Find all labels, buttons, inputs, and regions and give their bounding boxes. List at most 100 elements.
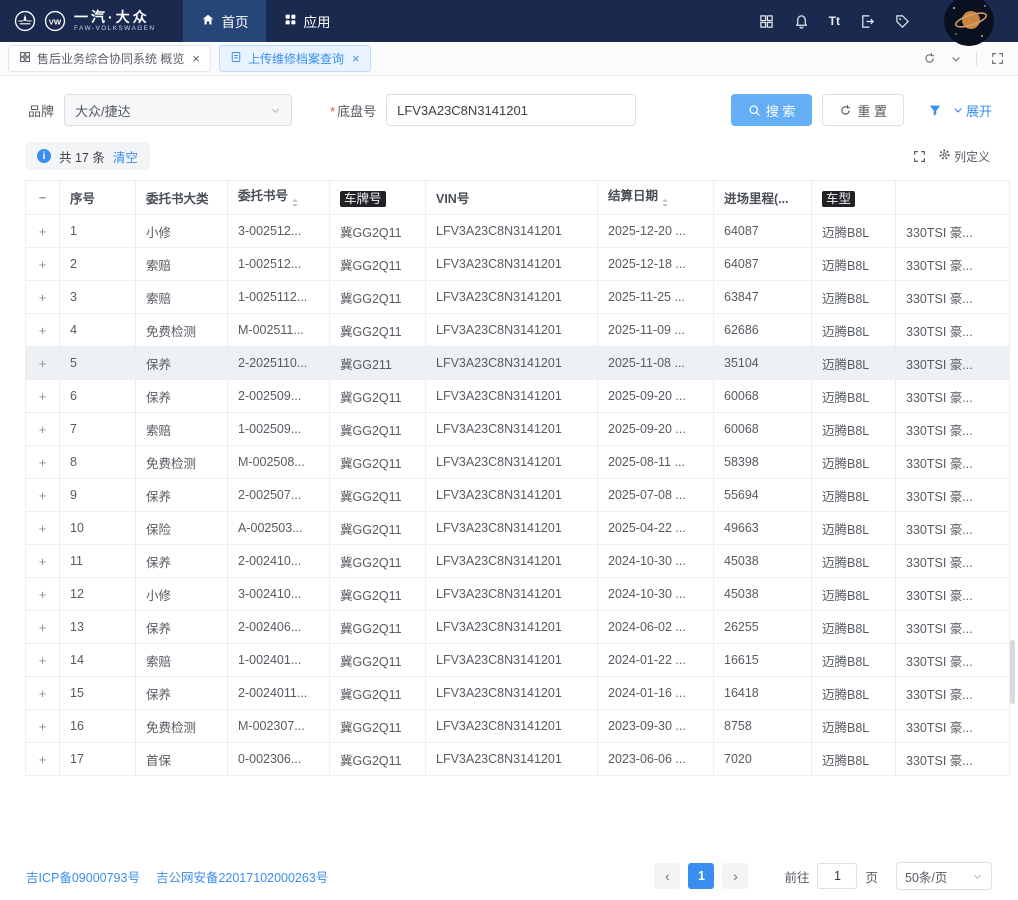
expand-row-button[interactable]: + bbox=[39, 521, 47, 536]
brand-label: 品牌 bbox=[28, 103, 55, 119]
expand-row-button[interactable]: + bbox=[39, 554, 47, 569]
reset-button[interactable]: 重 置 bbox=[822, 94, 904, 126]
expand-toggle[interactable]: 展开 bbox=[952, 101, 992, 120]
expand-row-button[interactable]: + bbox=[39, 356, 47, 371]
sort-icon[interactable] bbox=[292, 196, 299, 210]
table-row: +9 保养 2-002507... 冀GG2Q11 LFV3A23C8N3141201 2… bbox=[25, 478, 1010, 512]
table-row: +15 保养 2-0024011... 冀GG2Q11 LFV3A23C8N314120… bbox=[25, 676, 1010, 710]
faw-logo-icon bbox=[14, 10, 36, 32]
expand-row-button[interactable]: + bbox=[39, 455, 47, 470]
expand-row-button[interactable]: + bbox=[39, 620, 47, 635]
cell-vin: LFV3A23C8N3141201 bbox=[425, 379, 598, 413]
table-fullscreen-icon[interactable] bbox=[913, 150, 926, 163]
security-link[interactable]: 吉公网安备22017102000263号 bbox=[156, 867, 328, 886]
cell-mileage: 60068 bbox=[713, 412, 812, 446]
cell-seq: 12 bbox=[59, 577, 136, 611]
cell-category: 免费检测 bbox=[135, 709, 228, 743]
nav-home[interactable]: 首页 bbox=[183, 0, 267, 42]
cell-order-no: M-002307... bbox=[227, 709, 330, 743]
chassis-input[interactable] bbox=[386, 94, 637, 126]
cell-model: 迈腾B8L bbox=[811, 247, 896, 281]
cell-order-no: 2-2025110... bbox=[227, 346, 330, 380]
cell-category: 保养 bbox=[135, 478, 228, 512]
sort-icon[interactable] bbox=[662, 196, 669, 210]
cell-trim: 330TSI 豪... bbox=[895, 412, 1010, 446]
cell-expand: + bbox=[25, 544, 60, 578]
goto-page-input[interactable] bbox=[817, 863, 858, 889]
expand-row-button[interactable]: + bbox=[39, 389, 47, 404]
cell-mileage: 16615 bbox=[713, 643, 812, 677]
expand-row-button[interactable]: + bbox=[39, 488, 47, 503]
refresh-icon[interactable] bbox=[923, 52, 936, 65]
brand-select[interactable]: 大众/捷达 bbox=[64, 94, 293, 126]
expand-row-button[interactable]: + bbox=[39, 686, 47, 701]
column-header-order-no[interactable]: 委托书号 bbox=[227, 180, 330, 215]
cell-trim: 330TSI 豪... bbox=[895, 577, 1010, 611]
bell-icon[interactable] bbox=[794, 14, 809, 29]
table-row: +1 小修 3-002512... 冀GG2Q11 LFV3A23C8N3141201 2… bbox=[25, 214, 1010, 248]
info-icon: i bbox=[37, 149, 51, 163]
cell-date: 2025-11-08 ... bbox=[597, 346, 714, 380]
font-size-icon[interactable]: Tt bbox=[829, 14, 840, 28]
search-button[interactable]: 搜 索 bbox=[730, 94, 813, 126]
cell-date: 2025-09-20 ... bbox=[597, 412, 714, 446]
cell-vin: LFV3A23C8N3141201 bbox=[425, 643, 598, 677]
logout-icon[interactable] bbox=[860, 14, 875, 29]
cell-vin: LFV3A23C8N3141201 bbox=[425, 610, 598, 644]
cell-vin: LFV3A23C8N3141201 bbox=[425, 676, 598, 710]
cell-trim: 330TSI 豪... bbox=[895, 214, 1010, 248]
column-header-date[interactable]: 结算日期 bbox=[597, 180, 714, 215]
cell-expand: + bbox=[25, 412, 60, 446]
cell-order-no: 2-0024011... bbox=[227, 676, 330, 710]
expand-row-button[interactable]: + bbox=[39, 290, 47, 305]
cell-order-no: 3-002512... bbox=[227, 214, 330, 248]
tab-overview[interactable]: 售后业务综合协同系统 概览 × bbox=[8, 45, 211, 72]
cell-model: 迈腾B8L bbox=[811, 412, 896, 446]
theme-tag-icon[interactable] bbox=[895, 14, 910, 29]
table-row: +17 首保 0-002306... 冀GG2Q11 LFV3A23C8N3141201… bbox=[25, 742, 1010, 776]
cell-date: 2025-09-20 ... bbox=[597, 379, 714, 413]
cell-plate: 冀GG2Q11 bbox=[329, 247, 426, 281]
cell-mileage: 64087 bbox=[713, 214, 812, 248]
scrollbar-thumb[interactable] bbox=[1010, 640, 1015, 704]
page-size-value: 50条/页 bbox=[905, 870, 948, 885]
fullscreen-icon[interactable] bbox=[991, 52, 1004, 65]
clear-link[interactable]: 清空 bbox=[113, 147, 138, 166]
page-1-button[interactable]: 1 bbox=[688, 863, 715, 889]
next-page-button[interactable]: › bbox=[722, 863, 749, 889]
workbench-grid-icon[interactable] bbox=[759, 14, 774, 29]
cell-model: 迈腾B8L bbox=[811, 346, 896, 380]
chevron-down-icon[interactable] bbox=[950, 53, 962, 65]
table-row: +14 索赔 1-002401... 冀GG2Q11 LFV3A23C8N3141201… bbox=[25, 643, 1010, 677]
expand-row-button[interactable]: + bbox=[39, 719, 47, 734]
close-icon[interactable]: × bbox=[192, 51, 200, 66]
document-icon bbox=[230, 51, 242, 66]
nav-apps[interactable]: 应用 bbox=[266, 0, 348, 42]
cell-category: 索赔 bbox=[135, 280, 228, 314]
prev-page-button[interactable]: ‹ bbox=[654, 863, 681, 889]
expand-row-button[interactable]: + bbox=[39, 323, 47, 338]
expand-row-button[interactable]: + bbox=[39, 422, 47, 437]
page-size-select[interactable]: 50条/页 bbox=[896, 862, 992, 890]
cell-plate: 冀GG211 bbox=[329, 346, 426, 380]
expand-row-button[interactable]: + bbox=[39, 653, 47, 668]
close-icon[interactable]: × bbox=[352, 51, 360, 66]
cell-category: 保养 bbox=[135, 379, 228, 413]
expand-row-button[interactable]: + bbox=[39, 257, 47, 272]
expand-row-button[interactable]: + bbox=[39, 587, 47, 602]
cell-expand: + bbox=[25, 577, 60, 611]
cell-trim: 330TSI 豪... bbox=[895, 709, 1010, 743]
cell-category: 免费检测 bbox=[135, 313, 228, 347]
filter-icon[interactable] bbox=[928, 103, 942, 117]
cell-order-no: M-002508... bbox=[227, 445, 330, 479]
expand-row-button[interactable]: + bbox=[39, 224, 47, 239]
cell-seq: 11 bbox=[59, 544, 136, 578]
avatar[interactable] bbox=[944, 0, 994, 46]
cell-model: 迈腾B8L bbox=[811, 280, 896, 314]
cell-mileage: 16418 bbox=[713, 676, 812, 710]
icp-link[interactable]: 吉ICP备09000793号 bbox=[26, 867, 140, 886]
expand-row-button[interactable]: + bbox=[39, 752, 47, 767]
cell-order-no: 2-002410... bbox=[227, 544, 330, 578]
column-settings[interactable]: 列定义 bbox=[938, 148, 990, 165]
tab-archive-query[interactable]: 上传维修档案查询 × bbox=[218, 45, 371, 72]
